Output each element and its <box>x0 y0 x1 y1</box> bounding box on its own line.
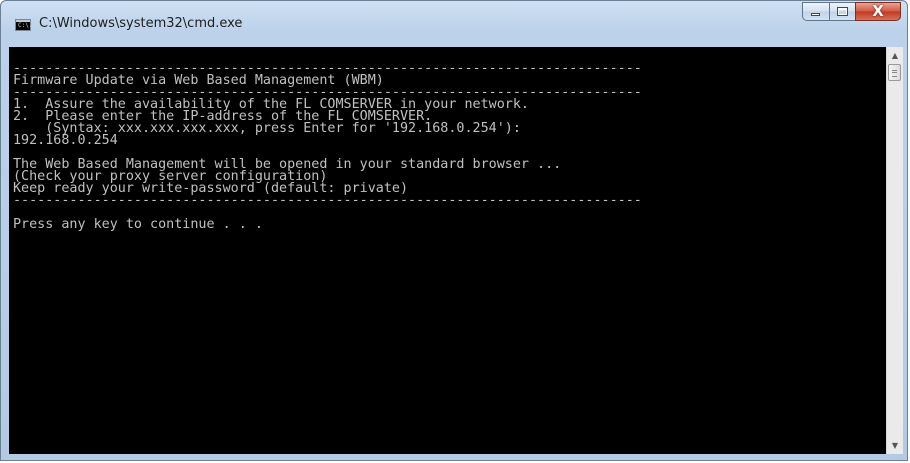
close-button[interactable]: X <box>855 2 901 21</box>
console-line: ----------------------------------------… <box>13 193 642 208</box>
close-icon: X <box>872 2 884 20</box>
vertical-scrollbar[interactable]: ▲ ▼ <box>886 47 903 454</box>
scroll-up-icon[interactable]: ▲ <box>887 47 903 64</box>
cmd-icon[interactable]: C:\. <box>15 19 33 31</box>
scrollbar-thumb[interactable] <box>888 64 901 81</box>
maximize-icon <box>837 7 848 16</box>
minimize-button[interactable] <box>802 2 829 21</box>
window-title: C:\Windows\system32\cmd.exe <box>39 16 243 31</box>
caption-buttons: X <box>802 2 901 22</box>
maximize-button[interactable] <box>829 2 855 21</box>
console-output[interactable]: ----------------------------------------… <box>9 47 886 454</box>
scroll-down-icon[interactable]: ▼ <box>887 437 903 454</box>
cmd-icon-label: C:\. <box>18 22 33 29</box>
minimize-icon <box>811 13 820 16</box>
console-line: Press any key to continue . . . <box>13 217 263 232</box>
cmd-window: C:\. C:\Windows\system32\cmd.exe X -----… <box>0 0 908 461</box>
title-bar[interactable]: C:\. C:\Windows\system32\cmd.exe X <box>1 1 907 47</box>
console-line: 192.168.0.254 <box>13 133 118 148</box>
console-text: ----------------------------------------… <box>9 47 886 231</box>
